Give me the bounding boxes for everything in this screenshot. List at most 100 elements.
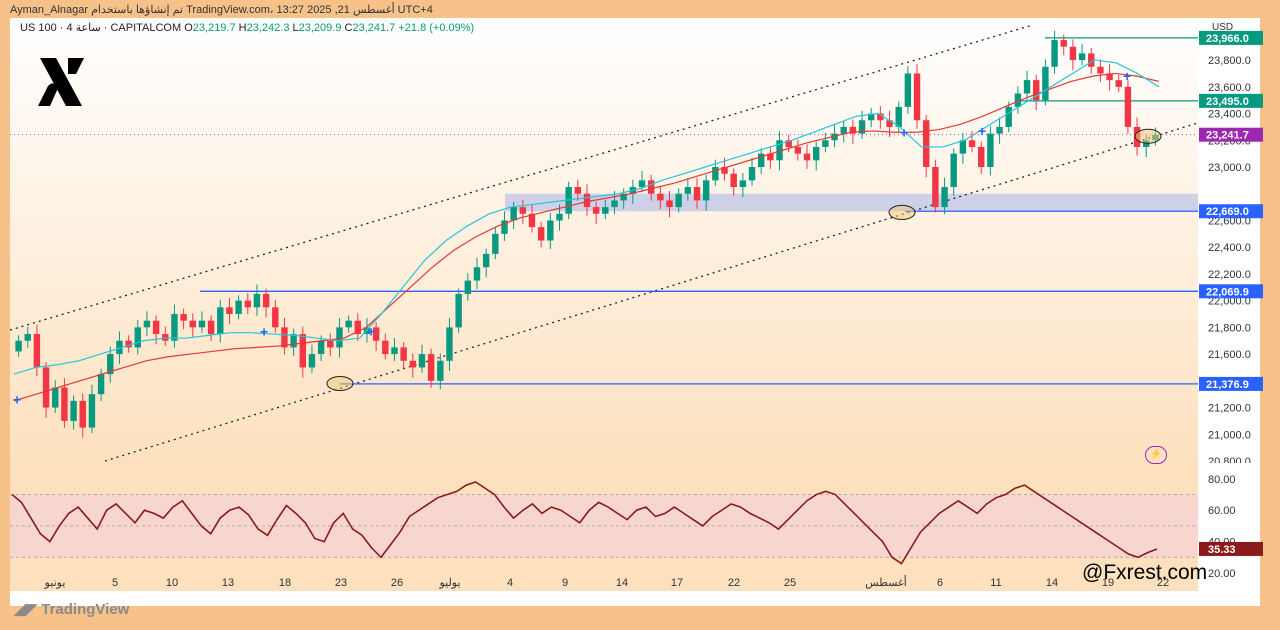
change-value: +21.8 (+0.09%): [398, 22, 475, 34]
candle-body: [968, 140, 976, 147]
time-tick-label: 14: [1046, 577, 1058, 589]
swing-low-circle: [888, 204, 916, 220]
candle-body: [79, 400, 86, 428]
currency-label: USD: [1212, 22, 1234, 33]
swing-low-circle: [326, 375, 354, 391]
signal-cross-icon: +: [900, 124, 908, 140]
candle-body: [262, 293, 270, 308]
candle-body: [1042, 66, 1049, 101]
time-tick-label: يوليو: [438, 577, 460, 589]
candle-body: [519, 207, 527, 214]
candle-body: [207, 320, 215, 335]
candle-body: [400, 347, 407, 361]
candle-body: [317, 340, 325, 355]
time-tick-label: 13: [222, 577, 234, 589]
brand-name: TradingView: [41, 601, 130, 618]
candle-body: [217, 307, 224, 335]
time-tick-label: 26: [391, 577, 403, 589]
price-tick-label: 23,000.0: [1208, 162, 1251, 174]
price-chart[interactable]: 20,800.021,000.021,200.021,400.021,600.0…: [0, 18, 1280, 463]
candle-body: [978, 146, 985, 167]
candle-body: [143, 320, 151, 328]
plot-background: [10, 18, 1198, 463]
candle-body: [675, 193, 682, 208]
price-level-label: 21,376.9: [1206, 379, 1249, 391]
rsi-tick-label: 80.00: [1208, 474, 1236, 486]
candle-body: [803, 153, 811, 161]
signal-cross-icon: +: [978, 123, 986, 139]
candle-body: [24, 334, 31, 341]
candle-body: [308, 354, 316, 368]
time-tick-label: 9: [562, 577, 568, 589]
candle-body: [244, 300, 251, 308]
candle-body: [382, 340, 389, 355]
candle-body: [1078, 53, 1086, 61]
candle-body: [666, 200, 673, 208]
candle-body: [812, 146, 820, 161]
candle-body: [638, 180, 646, 188]
candle-body: [327, 340, 334, 348]
candle-body: [226, 307, 233, 314]
signal-cross-icon: +: [1123, 68, 1131, 84]
time-tick-label: 18: [279, 577, 291, 589]
swing-low-circle: [1134, 128, 1162, 144]
price-level-label: 23,495.0: [1206, 96, 1249, 108]
time-tick-label: 5: [112, 577, 118, 589]
rsi-last-label: 35.33: [1208, 544, 1236, 556]
candle-body: [547, 220, 554, 241]
candle-body: [657, 193, 664, 201]
candle-body: [15, 340, 22, 352]
candle-body: [437, 360, 444, 381]
time-tick-label: 14: [616, 577, 628, 589]
symbol-label: US 100 · 4 ساعة · CAPITALCOM: [20, 22, 182, 34]
watermark: @Fxrest.com: [1082, 561, 1208, 584]
candle-body: [822, 140, 829, 147]
candle-body: [464, 280, 472, 294]
price-tick-label: 23,800.0: [1208, 55, 1251, 67]
candle-body: [134, 327, 141, 348]
candle-body: [272, 307, 279, 328]
signal-cross-icon: +: [367, 323, 375, 339]
candle-body: [88, 394, 96, 428]
candle-body: [70, 400, 77, 421]
open-value: 23,219.7: [192, 22, 236, 34]
time-tick-label: 6: [937, 577, 943, 589]
candle-body: [913, 73, 921, 121]
candle-body: [1097, 66, 1104, 74]
signal-cross-icon: +: [13, 392, 21, 408]
candle-body: [33, 334, 41, 368]
candle-body: [712, 167, 719, 181]
candle-body: [427, 354, 435, 381]
high-value: 23,242.3: [246, 22, 290, 34]
candle-body: [281, 327, 288, 348]
time-tick-label: يونيو: [44, 577, 66, 589]
candle-body: [904, 73, 912, 107]
price-tick-label: 22,200.0: [1208, 269, 1251, 281]
candle-body: [996, 126, 1003, 134]
candle-body: [418, 354, 426, 368]
high-label: H: [238, 22, 247, 34]
candle-body: [189, 320, 196, 328]
candle-body: [583, 193, 591, 208]
candle-body: [748, 167, 756, 181]
price-tick-label: 23,400.0: [1208, 109, 1251, 121]
price-tick-label: 20,800.0: [1208, 456, 1251, 463]
time-tick-label: أغسطس: [865, 575, 907, 589]
candle-body: [1051, 40, 1058, 67]
lightning-icon[interactable]: ⚡: [1145, 446, 1167, 464]
candle-body: [162, 334, 169, 341]
time-tick-label: 23: [335, 577, 347, 589]
time-tick-label: 17: [671, 577, 683, 589]
author-line: Ayman_Alnagar تم إنشاؤها باستخدام Tradin…: [10, 4, 433, 16]
candle-body: [574, 187, 582, 194]
fxrest-logo-icon: [38, 58, 84, 106]
price-tick-label: 22,400.0: [1208, 242, 1251, 254]
candle-body: [473, 267, 481, 281]
candle-body: [345, 320, 352, 328]
candle-body: [932, 167, 939, 208]
price-tick-label: 21,800.0: [1208, 322, 1251, 334]
time-tick-label: 22: [728, 577, 740, 589]
candle-body: [1060, 40, 1067, 47]
candle-body: [1023, 80, 1031, 94]
candle-body: [794, 146, 802, 154]
